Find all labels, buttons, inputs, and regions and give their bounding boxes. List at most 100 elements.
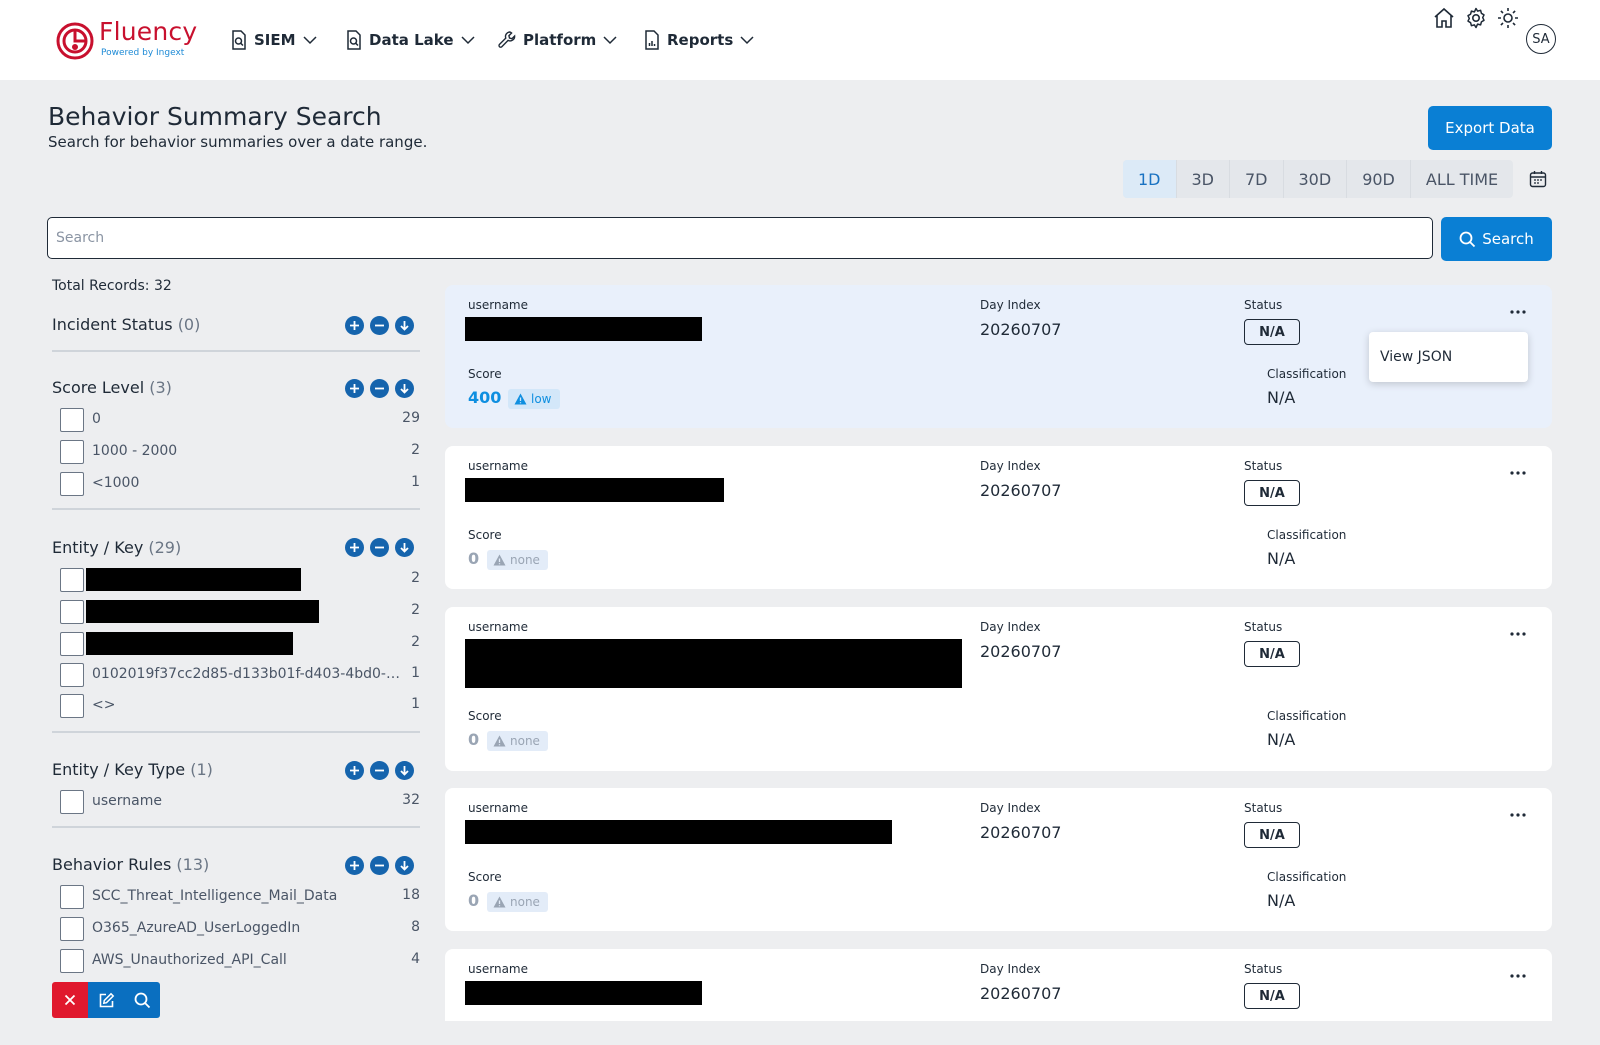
score-label: Score xyxy=(468,870,502,884)
result-card[interactable]: username Day Index 20260707 Status N/A S… xyxy=(445,446,1552,589)
result-card[interactable]: username Day Index 20260707 Status N/A S… xyxy=(445,788,1552,931)
facet-checkbox[interactable] xyxy=(60,408,84,432)
classification-value: N/A xyxy=(1267,730,1296,749)
result-card[interactable]: username Day Index 20260707 Status N/A S… xyxy=(445,607,1552,771)
range-30d-button[interactable]: 30D xyxy=(1284,160,1348,198)
facet-controls xyxy=(345,761,414,780)
home-icon[interactable] xyxy=(1432,6,1456,30)
facet-include-all-button[interactable] xyxy=(345,856,364,875)
search-button[interactable]: Search xyxy=(1441,217,1552,261)
facet-exclude-all-button[interactable] xyxy=(370,316,389,335)
facet-divider xyxy=(52,731,420,733)
date-range-selector: 1D 3D 7D 30D 90D ALL TIME xyxy=(1123,160,1514,198)
view-json-menu-item[interactable]: View JSON xyxy=(1380,349,1452,365)
facet-include-all-button[interactable] xyxy=(345,379,364,398)
redacted-username xyxy=(465,639,962,688)
facet-option-label: SCC_Threat_Intelligence_Mail_Data xyxy=(92,888,338,904)
nav-reports[interactable]: Reports xyxy=(643,28,755,52)
redacted-username xyxy=(465,981,702,1005)
facet-expand-button[interactable] xyxy=(395,316,414,335)
facet-checkbox[interactable] xyxy=(60,568,84,592)
facet-option: <1000 1 xyxy=(60,471,420,497)
fluency-logo[interactable]: Fluency Powered by Ingext xyxy=(55,17,197,63)
brand-tagline: Powered by Ingext xyxy=(101,48,185,58)
score-value: 0 xyxy=(468,891,480,910)
facet-title-label: Entity / Key xyxy=(52,538,144,557)
range-1d-button[interactable]: 1D xyxy=(1123,160,1177,198)
more-options-button[interactable] xyxy=(1506,806,1530,824)
score-value: 400 xyxy=(468,388,502,407)
range-90d-button[interactable]: 90D xyxy=(1347,160,1411,198)
facet-exclude-all-button[interactable] xyxy=(370,856,389,875)
score-label: Score xyxy=(468,528,502,542)
edit-filters-button[interactable] xyxy=(88,982,124,1018)
facet-exclude-all-button[interactable] xyxy=(370,538,389,557)
facet-expand-button[interactable] xyxy=(395,856,414,875)
clear-filters-button[interactable] xyxy=(52,982,88,1018)
document-search-icon xyxy=(232,30,246,50)
more-options-button[interactable] xyxy=(1506,303,1530,321)
nav-data-lake[interactable]: Data Lake xyxy=(345,28,476,52)
facet-checkbox[interactable] xyxy=(60,663,84,687)
plus-icon xyxy=(350,384,359,393)
range-7d-button[interactable]: 7D xyxy=(1230,160,1284,198)
facet-include-all-button[interactable] xyxy=(345,761,364,780)
nav-platform-label: Platform xyxy=(523,31,597,49)
facet-option-label: 0102019f37cc2d85-d133b01f-d403-4bd0-… xyxy=(92,666,400,682)
total-records: Total Records: 32 xyxy=(52,278,172,294)
facet-option-count: 1 xyxy=(411,665,420,681)
facet-checkbox[interactable] xyxy=(60,917,84,941)
severity-label: none xyxy=(510,553,540,567)
nav-platform[interactable]: Platform xyxy=(497,28,618,52)
facet-divider xyxy=(52,350,420,352)
facet-checkbox[interactable] xyxy=(60,600,84,624)
facet-expand-button[interactable] xyxy=(395,761,414,780)
result-card[interactable]: username Day Index 20260707 Status N/A xyxy=(445,949,1552,1021)
facet-include-all-button[interactable] xyxy=(345,316,364,335)
apply-filters-button[interactable] xyxy=(124,982,160,1018)
status-badge: N/A xyxy=(1244,822,1300,848)
day-index-label: Day Index xyxy=(980,459,1041,473)
facet-checkbox[interactable] xyxy=(60,790,84,814)
facet-exclude-all-button[interactable] xyxy=(370,379,389,398)
more-options-button[interactable] xyxy=(1506,464,1530,482)
facet-checkbox[interactable] xyxy=(60,885,84,909)
facet-checkbox[interactable] xyxy=(60,949,84,973)
search-input[interactable] xyxy=(47,217,1433,259)
facet-checkbox[interactable] xyxy=(60,472,84,496)
more-options-button[interactable] xyxy=(1506,967,1530,985)
facet-expand-button[interactable] xyxy=(395,538,414,557)
close-icon xyxy=(64,994,76,1006)
redacted-username xyxy=(465,478,724,502)
warning-icon xyxy=(493,554,506,566)
facet-expand-button[interactable] xyxy=(395,379,414,398)
range-all-time-button[interactable]: ALL TIME xyxy=(1411,160,1513,198)
range-3d-button[interactable]: 3D xyxy=(1177,160,1230,198)
search-icon xyxy=(134,992,150,1008)
gear-icon[interactable] xyxy=(1464,6,1488,30)
facet-exclude-all-button[interactable] xyxy=(370,761,389,780)
more-options-button[interactable] xyxy=(1506,625,1530,643)
facet-title-label: Incident Status xyxy=(52,315,173,334)
warning-icon xyxy=(493,896,506,908)
facet-controls xyxy=(345,856,414,875)
facet-checkbox[interactable] xyxy=(60,632,84,656)
nav-siem[interactable]: SIEM xyxy=(230,28,318,52)
facet-option: 2 xyxy=(60,631,420,657)
facet-checkbox[interactable] xyxy=(60,440,84,464)
facet-option-label: O365_AzureAD_UserLoggedIn xyxy=(92,920,301,936)
more-horizontal-icon xyxy=(1510,813,1526,817)
classification-value: N/A xyxy=(1267,549,1296,568)
sun-icon[interactable] xyxy=(1496,6,1520,30)
export-data-button[interactable]: Export Data xyxy=(1428,106,1552,150)
facet-option-count: 2 xyxy=(411,602,420,618)
day-index-value: 20260707 xyxy=(980,481,1062,500)
facet-checkbox[interactable] xyxy=(60,694,84,718)
classification-label: Classification xyxy=(1267,870,1347,884)
user-avatar[interactable]: SA xyxy=(1526,24,1556,54)
more-horizontal-icon xyxy=(1510,471,1526,475)
facet-option-count: 2 xyxy=(411,570,420,586)
calendar-icon[interactable] xyxy=(1529,170,1547,188)
status-label: Status xyxy=(1244,298,1283,312)
facet-include-all-button[interactable] xyxy=(345,538,364,557)
